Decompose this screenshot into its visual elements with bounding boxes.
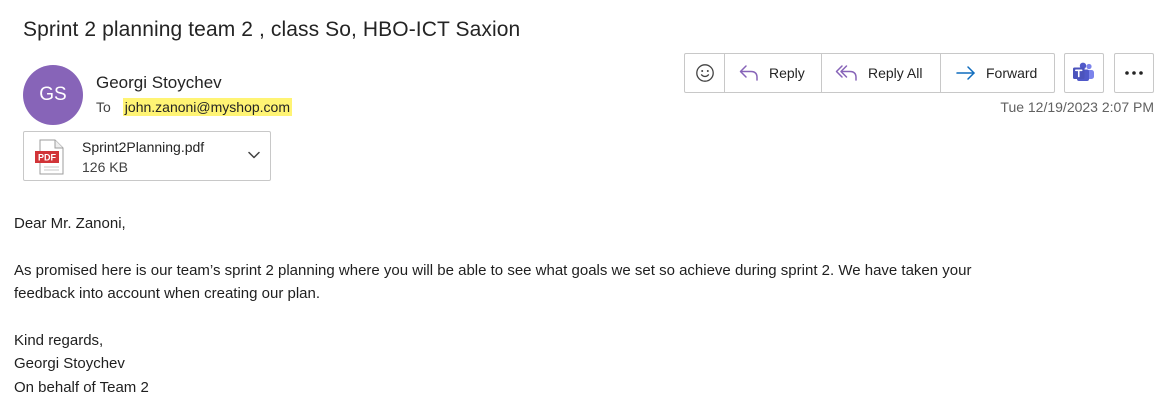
reply-button[interactable]: Reply xyxy=(725,54,822,92)
recipient-line: To john.zanoni@myshop.com xyxy=(96,98,292,116)
greeting: Dear Mr. Zanoni, xyxy=(14,215,126,232)
attachment-name: Sprint2Planning.pdf xyxy=(82,139,205,155)
attachment-size: 126 KB xyxy=(82,159,128,175)
teams-icon xyxy=(1073,62,1094,81)
email-subject: Sprint 2 planning team 2 , class So, HBO… xyxy=(23,18,521,41)
attachment-card[interactable]: PDF Sprint2Planning.pdf 126 KB xyxy=(23,131,271,181)
email-reading-pane: Sprint 2 planning team 2 , class So, HBO… xyxy=(0,0,1174,413)
email-body: Dear Mr. Zanoni, As promised here is our… xyxy=(14,212,1134,399)
body-paragraph-line-1: As promised here is our team’s sprint 2 … xyxy=(14,261,972,279)
forward-button[interactable]: Forward xyxy=(941,54,1054,92)
more-actions-button[interactable] xyxy=(1114,53,1154,93)
to-label: To xyxy=(96,99,111,115)
teams-button[interactable] xyxy=(1064,53,1104,93)
signature-name: Georgi Stoychev xyxy=(14,355,125,372)
signature-team: On behalf of Team 2 xyxy=(14,378,149,396)
reply-icon xyxy=(739,65,758,81)
recipient-address[interactable]: john.zanoni@myshop.com xyxy=(122,98,292,116)
reaction-button[interactable] xyxy=(685,54,725,92)
pdf-icon: PDF xyxy=(35,139,64,175)
reply-label: Reply xyxy=(769,65,805,81)
more-icon xyxy=(1125,71,1143,75)
sender-avatar[interactable]: GS xyxy=(23,65,83,125)
forward-label: Forward xyxy=(986,65,1038,81)
chevron-down-icon[interactable] xyxy=(247,150,261,160)
reply-all-icon xyxy=(835,65,857,81)
sender-name[interactable]: Georgi Stoychev xyxy=(96,73,222,93)
sent-timestamp: Tue 12/19/2023 2:07 PM xyxy=(1000,99,1154,115)
closing: Kind regards, xyxy=(14,331,104,349)
message-actions: Reply Reply All Forward xyxy=(684,53,1055,93)
reply-all-label: Reply All xyxy=(868,65,923,81)
reply-all-button[interactable]: Reply All xyxy=(822,54,941,92)
forward-icon xyxy=(956,66,975,80)
svg-text:PDF: PDF xyxy=(38,153,57,163)
avatar-initials: GS xyxy=(39,84,67,105)
emoji-icon xyxy=(695,64,714,82)
body-paragraph-line-2: feedback into account when creating our … xyxy=(14,285,321,302)
